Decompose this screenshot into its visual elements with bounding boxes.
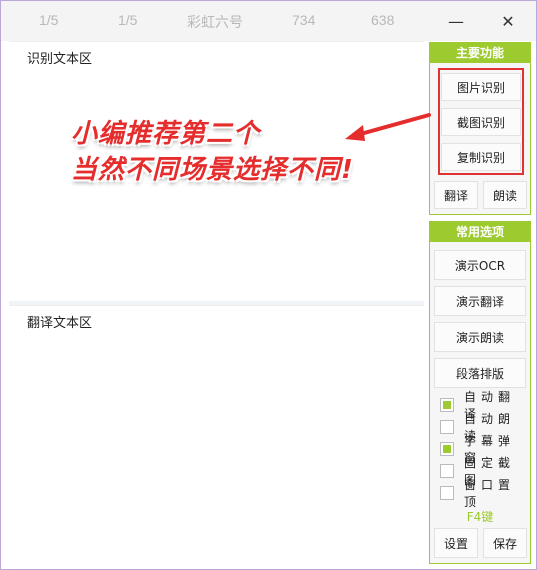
translate-button[interactable]: 翻译 [434, 181, 478, 209]
title-bar: 1/5 1/5 彩虹六号 734 638 — ✕ [1, 1, 536, 41]
fixed-screenshot-checkbox[interactable] [440, 464, 454, 478]
checked-mark [443, 401, 451, 409]
image-ocr-button[interactable]: 图片识别 [441, 73, 521, 101]
title-item-1: 1/5 [39, 12, 59, 28]
hotkey-hint: F4键 [466, 510, 494, 524]
recognize-area-label: 识别文本区 [27, 52, 93, 67]
demo-translate-button[interactable]: 演示翻译 [434, 286, 526, 316]
window-on-top-label: 窗口置顶 [464, 478, 516, 509]
window-on-top-option[interactable]: 窗口置顶 [440, 478, 530, 509]
annotation-arrow-icon [345, 113, 431, 141]
translate-area-label: 翻译文本区 [27, 316, 93, 331]
read-aloud-button[interactable]: 朗读 [483, 181, 527, 209]
main-features-header: 主要功能 [430, 43, 530, 63]
settings-button[interactable]: 设置 [434, 528, 478, 558]
title-item-5: 638 [371, 12, 395, 28]
save-button[interactable]: 保存 [483, 528, 527, 558]
main-features-panel: 主要功能 图片识别 截图识别 复制识别 翻译 朗读 [429, 42, 531, 215]
auto-translate-checkbox[interactable] [440, 398, 454, 412]
minimize-button[interactable]: — [436, 5, 476, 37]
common-options-header: 常用选项 [430, 222, 530, 242]
demo-read-button[interactable]: 演示朗读 [434, 322, 526, 352]
auto-read-checkbox[interactable] [440, 420, 454, 434]
common-options-panel: 常用选项 演示OCR 演示翻译 演示朗读 段落排版 自动翻译 自动朗读 字幕弹窗… [429, 221, 531, 564]
title-item-2: 1/5 [118, 12, 138, 28]
annotation-line-1: 小编推荐第二个 [71, 119, 261, 149]
subtitle-popup-checkbox[interactable] [440, 442, 454, 456]
window-on-top-checkbox[interactable] [440, 486, 454, 500]
annotation-line-2: 当然不同场景选择不同! [71, 155, 354, 185]
paragraph-layout-button[interactable]: 段落排版 [434, 358, 526, 388]
demo-ocr-button[interactable]: 演示OCR [434, 250, 526, 280]
app-window: 1/5 1/5 彩虹六号 734 638 — ✕ 识别文本区 翻译文本区 主要功… [0, 0, 537, 570]
screenshot-ocr-button[interactable]: 截图识别 [441, 108, 521, 136]
close-button[interactable]: ✕ [488, 5, 528, 37]
title-item-4: 734 [292, 12, 316, 28]
title-item-3: 彩虹六号 [187, 14, 243, 30]
translate-text-area[interactable]: 翻译文本区 [9, 305, 424, 563]
close-icon: ✕ [501, 11, 515, 31]
checked-mark [443, 445, 451, 453]
copy-ocr-button[interactable]: 复制识别 [441, 143, 521, 171]
minimize-icon: — [448, 11, 464, 31]
